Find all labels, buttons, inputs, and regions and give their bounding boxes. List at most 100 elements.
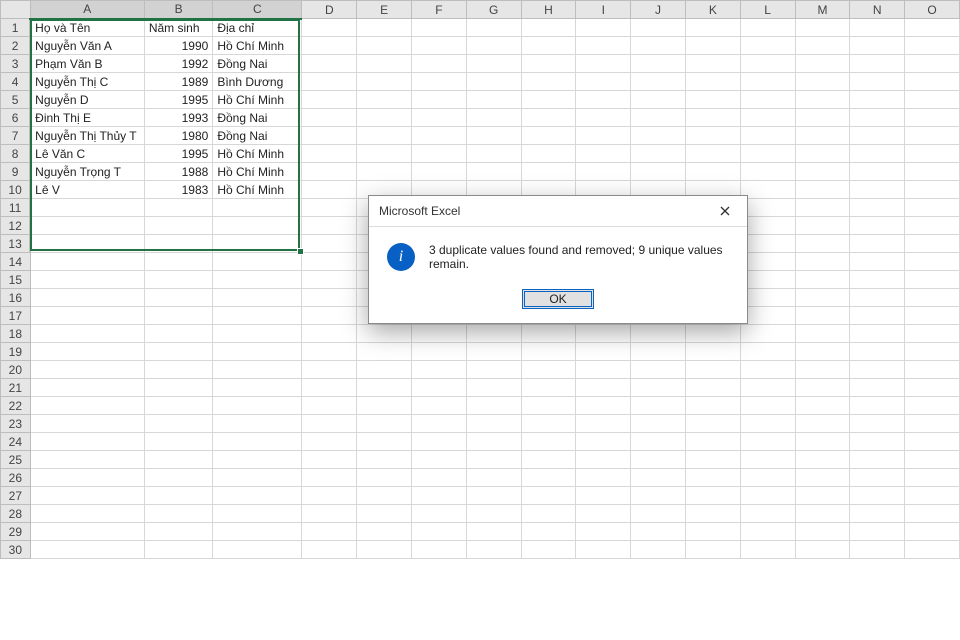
cell[interactable] [795, 199, 850, 217]
cell[interactable] [30, 451, 144, 469]
cell[interactable] [631, 325, 686, 343]
cell[interactable] [850, 343, 905, 361]
cell[interactable] [795, 109, 850, 127]
column-header[interactable]: J [631, 1, 686, 19]
cell[interactable] [30, 289, 144, 307]
row-header[interactable]: 18 [1, 325, 31, 343]
cell[interactable] [521, 433, 576, 451]
cell[interactable] [411, 451, 466, 469]
cell[interactable] [795, 271, 850, 289]
cell[interactable] [357, 379, 412, 397]
cell[interactable] [850, 253, 905, 271]
cell[interactable] [905, 127, 960, 145]
cell[interactable] [795, 55, 850, 73]
cell[interactable] [685, 505, 740, 523]
cell[interactable]: Hồ Chí Minh [213, 181, 302, 199]
cell[interactable] [576, 505, 631, 523]
cell[interactable] [685, 523, 740, 541]
cell[interactable] [905, 181, 960, 199]
cell[interactable] [466, 415, 521, 433]
cell[interactable] [357, 37, 412, 55]
cell[interactable] [357, 541, 412, 559]
cell[interactable] [213, 523, 302, 541]
cell[interactable] [576, 523, 631, 541]
column-header[interactable]: M [795, 1, 850, 19]
cell[interactable] [30, 541, 144, 559]
row-header[interactable]: 12 [1, 217, 31, 235]
cell[interactable] [631, 433, 686, 451]
cell[interactable] [576, 343, 631, 361]
column-header[interactable]: N [850, 1, 905, 19]
cell[interactable] [905, 145, 960, 163]
cell[interactable] [521, 397, 576, 415]
cell[interactable] [905, 289, 960, 307]
cell[interactable]: Nguyễn Thị C [30, 73, 144, 91]
cell[interactable] [850, 325, 905, 343]
cell[interactable] [521, 127, 576, 145]
cell[interactable] [411, 163, 466, 181]
cell[interactable] [795, 505, 850, 523]
cell[interactable] [466, 19, 521, 37]
cell[interactable]: Nguyễn D [30, 91, 144, 109]
cell[interactable] [795, 397, 850, 415]
row-header[interactable]: 1 [1, 19, 31, 37]
cell[interactable]: Lê V [30, 181, 144, 199]
cell[interactable] [685, 361, 740, 379]
cell[interactable] [357, 163, 412, 181]
cell[interactable] [740, 91, 795, 109]
cell[interactable] [521, 37, 576, 55]
row-header[interactable]: 2 [1, 37, 31, 55]
cell[interactable] [521, 541, 576, 559]
cell[interactable] [466, 541, 521, 559]
row-header[interactable]: 7 [1, 127, 31, 145]
cell[interactable]: Năm sinh [144, 19, 213, 37]
cell[interactable] [631, 109, 686, 127]
cell[interactable] [302, 307, 357, 325]
cell[interactable] [466, 109, 521, 127]
cell[interactable] [740, 127, 795, 145]
cell[interactable] [850, 289, 905, 307]
cell[interactable]: 1995 [144, 91, 213, 109]
row-header[interactable]: 6 [1, 109, 31, 127]
cell[interactable] [576, 325, 631, 343]
cell[interactable] [302, 325, 357, 343]
cell[interactable] [302, 91, 357, 109]
cell[interactable] [576, 109, 631, 127]
cell[interactable] [850, 541, 905, 559]
cell[interactable]: 1995 [144, 145, 213, 163]
cell[interactable] [795, 19, 850, 37]
cell[interactable] [631, 91, 686, 109]
cell[interactable] [411, 145, 466, 163]
cell[interactable]: Hồ Chí Minh [213, 37, 302, 55]
cell[interactable] [795, 415, 850, 433]
cell[interactable] [144, 289, 213, 307]
cell[interactable] [302, 73, 357, 91]
cell[interactable] [521, 109, 576, 127]
cell[interactable] [631, 379, 686, 397]
cell[interactable] [905, 307, 960, 325]
cell[interactable] [411, 505, 466, 523]
cell[interactable] [685, 451, 740, 469]
cell[interactable] [521, 505, 576, 523]
row-header[interactable]: 4 [1, 73, 31, 91]
cell[interactable] [795, 127, 850, 145]
cell[interactable] [302, 55, 357, 73]
cell[interactable] [795, 325, 850, 343]
row-header[interactable]: 24 [1, 433, 31, 451]
cell[interactable] [521, 55, 576, 73]
cell[interactable] [631, 145, 686, 163]
cell[interactable] [850, 91, 905, 109]
cell[interactable] [411, 415, 466, 433]
cell[interactable] [357, 127, 412, 145]
cell[interactable] [740, 379, 795, 397]
cell[interactable] [213, 451, 302, 469]
cell[interactable] [213, 271, 302, 289]
cell[interactable] [850, 379, 905, 397]
cell[interactable] [144, 415, 213, 433]
cell[interactable] [30, 253, 144, 271]
cell[interactable] [302, 505, 357, 523]
cell[interactable] [795, 307, 850, 325]
cell[interactable] [850, 73, 905, 91]
cell[interactable] [905, 55, 960, 73]
cell[interactable] [905, 217, 960, 235]
